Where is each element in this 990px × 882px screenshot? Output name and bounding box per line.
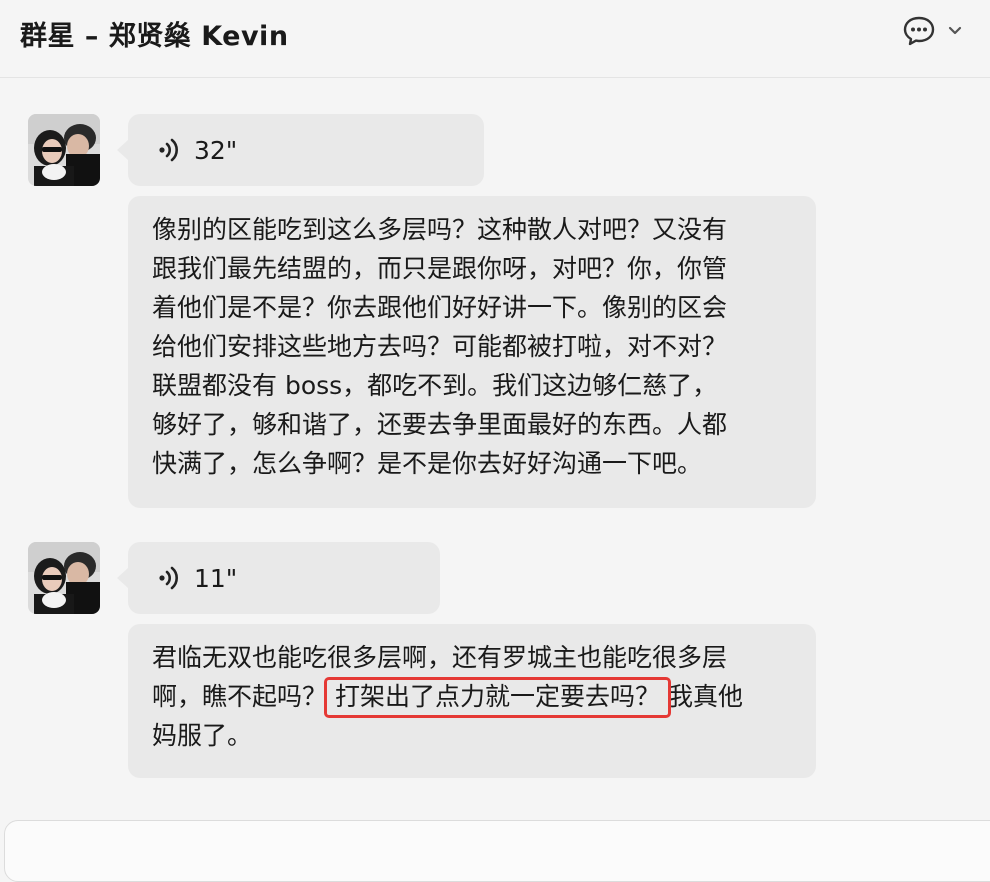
message-input[interactable]: [4, 820, 990, 882]
voice-message[interactable]: 32": [117, 114, 484, 186]
avatar[interactable]: [28, 542, 100, 614]
chat-bubble-icon[interactable]: [902, 15, 936, 47]
chevron-down-icon[interactable]: [948, 26, 962, 36]
header-actions: [902, 15, 962, 47]
transcript-bubble: 像别的区能吃到这么多层吗？这种散人对吧？又没有 跟我们最先结盟的，而只是跟你呀，…: [128, 196, 816, 508]
voice-duration: 11": [194, 563, 238, 593]
transcript-bubble: 君临无双也能吃很多层啊，还有罗城主也能吃很多层 啊，瞧不起吗？ 打架出了点力就一定…: [128, 624, 816, 778]
voice-message[interactable]: 11": [117, 542, 440, 614]
chat-title: 群星 – 郑贤燊 Kevin: [20, 21, 289, 52]
voice-wave-icon: [158, 565, 182, 591]
avatar[interactable]: [28, 114, 100, 186]
voice-duration: 32": [194, 135, 238, 165]
highlighted-text: 打架出了点力就一定要去吗？: [324, 677, 672, 718]
voice-wave-icon: [158, 137, 182, 163]
chat-header: 群星 – 郑贤燊 Kevin: [0, 0, 990, 78]
